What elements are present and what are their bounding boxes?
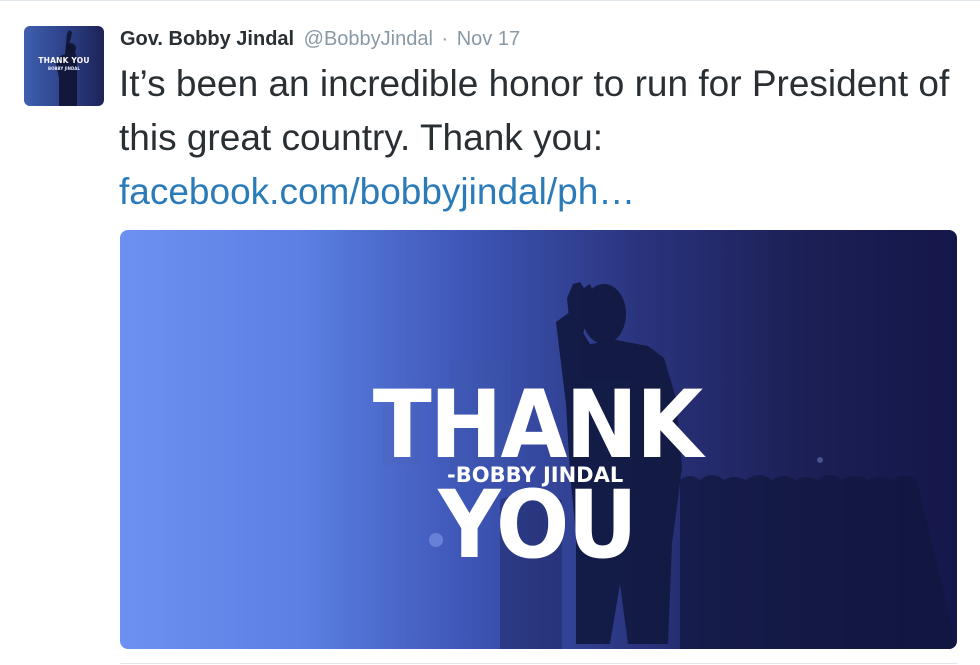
avatar[interactable]: THANK YOU BOBBY JINDAL — [24, 26, 104, 106]
tweet-text: It’s been an incredible honor to run for… — [119, 63, 950, 158]
avatar-title: THANK YOU — [38, 56, 90, 65]
author-name[interactable]: Gov. Bobby Jindal — [120, 28, 294, 50]
avatar-subtitle: BOBBY JINDAL — [48, 66, 80, 71]
author-handle[interactable]: @BobbyJindal — [304, 28, 433, 50]
tweet-media-image[interactable]: THANK YOU -BOBBY JINDAL — [120, 230, 957, 649]
media-signature: -BOBBY JINDAL — [447, 463, 624, 487]
divider — [120, 663, 957, 664]
tweet-link[interactable]: facebook.com/bobbyjindal/ph… — [119, 165, 969, 219]
tweet-date[interactable]: Nov 17 — [457, 28, 520, 50]
separator-dot: · — [441, 28, 449, 50]
tweet-text-block: It’s been an incredible honor to run for… — [119, 57, 969, 219]
tweet-header: Gov. Bobby Jindal @BobbyJindal · Nov 17 — [120, 27, 520, 51]
tweet-card[interactable]: THANK YOU BOBBY JINDAL Gov. Bobby Jindal… — [0, 0, 980, 665]
